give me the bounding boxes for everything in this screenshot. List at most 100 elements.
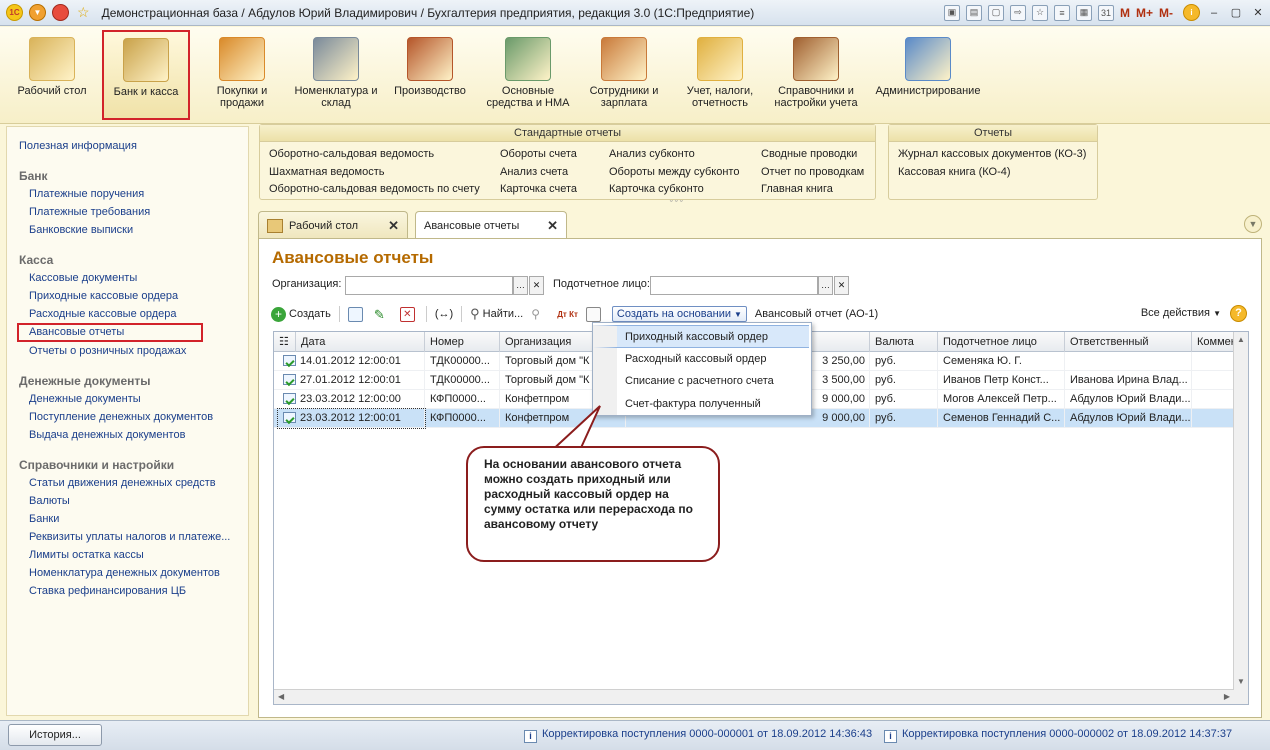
postings-button[interactable]: Дт Кт — [557, 310, 578, 319]
stop-icon[interactable] — [52, 4, 69, 21]
related-docs-button[interactable]: (↔) — [435, 308, 453, 320]
close-icon[interactable]: ✕ — [1250, 6, 1266, 20]
memory-plus-button[interactable]: M+ — [1136, 6, 1153, 20]
nav-item[interactable]: Статьи движения денежных средств — [19, 474, 248, 492]
column-header[interactable]: Номер — [425, 332, 500, 352]
report-link[interactable]: Отчет по проводкам — [761, 164, 864, 182]
report-link[interactable]: Сводные проводки — [761, 146, 864, 164]
go-icon[interactable]: ⇨ — [1009, 4, 1026, 21]
edit-button[interactable]: ✎ — [374, 307, 392, 322]
menu-item[interactable]: Приходный кассовый ордер — [593, 325, 809, 348]
report-link[interactable]: Обороты счета — [500, 146, 577, 164]
tab-close-icon[interactable]: ✕ — [547, 218, 558, 234]
history-button[interactable]: История... — [8, 724, 102, 746]
nav-group-title[interactable]: Банк — [19, 167, 248, 185]
nav-item[interactable]: Денежные документы — [19, 390, 248, 408]
delete-button[interactable]: ✕ — [399, 306, 418, 322]
person-clear-button[interactable]: ✕ — [834, 276, 849, 295]
org-clear-button[interactable]: ✕ — [529, 276, 544, 295]
calculator-icon[interactable]: ▦ — [1075, 4, 1092, 21]
section-4[interactable]: Номенклатура и склад — [290, 31, 382, 109]
column-header[interactable]: Подотчетное лицо — [938, 332, 1065, 352]
nav-item[interactable]: Ставка рефинансирования ЦБ — [19, 582, 248, 600]
nav-item[interactable]: Реквизиты уплаты налогов и платеже... — [19, 528, 248, 546]
column-header[interactable]: Валюта — [870, 332, 938, 352]
section-3[interactable]: Покупки и продажи — [198, 31, 286, 109]
scroll-left-icon[interactable]: ◀ — [278, 692, 284, 701]
report-link-ko3[interactable]: Журнал кассовых документов (КО-3) — [898, 146, 1086, 164]
memory-minus-button[interactable]: M- — [1159, 6, 1173, 20]
nav-group-title[interactable]: Касса — [19, 251, 248, 269]
nav-useful-info[interactable]: Полезная информация — [19, 137, 248, 155]
scroll-down-icon[interactable]: ▼ — [1237, 677, 1245, 686]
save-icon[interactable]: ▣ — [943, 4, 960, 21]
report-link[interactable]: Анализ субконто — [609, 146, 739, 164]
app-logo-icon[interactable]: 1С — [6, 4, 23, 21]
report-link[interactable]: Оборотно-сальдовая ведомость по счету — [269, 181, 480, 199]
nav-item[interactable]: Номенклатура денежных документов — [19, 564, 248, 582]
nav-group-title[interactable]: Денежные документы — [19, 372, 248, 390]
menu-item[interactable]: Расходный кассовый ордер — [593, 347, 809, 370]
nav-item[interactable]: Отчеты о розничных продажах — [19, 342, 248, 360]
scroll-right-icon[interactable]: ▶ — [1224, 692, 1230, 701]
splitter-handle[interactable]: ˘˘˘ — [670, 199, 685, 209]
nav-item[interactable]: Платежные требования — [19, 203, 248, 221]
section-10[interactable]: Администрирование — [870, 31, 986, 97]
status-message-1[interactable]: i Корректировка поступления 0000-000001 о… — [524, 728, 872, 743]
nav-item[interactable]: Лимиты остатка кассы — [19, 546, 248, 564]
nav-item[interactable]: Расходные кассовые ордера — [19, 305, 248, 323]
report-link[interactable]: Обороты между субконто — [609, 164, 739, 182]
all-actions-menu[interactable]: Все действия ▼ — [1141, 307, 1221, 319]
copy-button[interactable] — [347, 306, 366, 322]
nav-item[interactable]: Авансовые отчеты — [17, 323, 203, 342]
print-doc-button[interactable] — [585, 306, 604, 322]
cancel-search-button[interactable]: ⚲ — [531, 307, 549, 322]
nav-item[interactable]: Выдача денежных документов — [19, 426, 248, 444]
report-link[interactable]: Оборотно-сальдовая ведомость — [269, 146, 480, 164]
org-select-button[interactable]: … — [513, 276, 528, 295]
favorites-star-icon[interactable]: ☆ — [77, 4, 90, 21]
history-icon[interactable]: ≡ — [1053, 4, 1070, 21]
column-header[interactable]: Ответственный — [1065, 332, 1192, 352]
column-settings-icon[interactable]: ☷ — [274, 332, 296, 352]
tabs-menu-chevron-icon[interactable]: ▼ — [1244, 215, 1262, 233]
nav-item[interactable]: Банковские выписки — [19, 221, 248, 239]
print-icon[interactable]: ▤ — [965, 4, 982, 21]
find-button[interactable]: ⚲ Найти... — [470, 306, 523, 322]
nav-group-title[interactable]: Справочники и настройки — [19, 456, 248, 474]
tab-desktop[interactable]: Рабочий стол ✕ — [258, 211, 408, 239]
nav-item[interactable]: Кассовые документы — [19, 269, 248, 287]
nav-item[interactable]: Поступление денежных документов — [19, 408, 248, 426]
create-based-on-dropdown[interactable]: Создать на основании ▼ — [611, 306, 747, 322]
nav-item[interactable]: Платежные поручения — [19, 185, 248, 203]
menu-item[interactable]: Счет-фактура полученный — [593, 392, 809, 415]
section-8[interactable]: Учет, налоги, отчетность — [676, 31, 764, 109]
help-icon[interactable]: ? — [1230, 305, 1247, 322]
info-icon[interactable]: i — [1183, 4, 1200, 21]
report-link-ko4[interactable]: Кассовая книга (КО-4) — [898, 164, 1086, 182]
column-header[interactable]: Дата — [296, 332, 425, 352]
nav-item[interactable]: Валюты — [19, 492, 248, 510]
vertical-scrollbar[interactable]: ▲ ▼ — [1233, 332, 1248, 704]
menu-item[interactable]: Списание с расчетного счета — [593, 370, 809, 393]
report-link[interactable]: Главная книга — [761, 181, 864, 199]
person-select-button[interactable]: … — [818, 276, 833, 295]
main-menu-icon[interactable]: ▼ — [29, 4, 46, 21]
section-6[interactable]: Основные средства и НМА — [480, 31, 576, 109]
report-link[interactable]: Анализ счета — [500, 164, 577, 182]
org-filter-input[interactable] — [345, 276, 513, 295]
section-2[interactable]: Банк и касса — [102, 30, 190, 120]
section-9[interactable]: Справочники и настройки учета — [768, 31, 864, 109]
maximize-icon[interactable]: ▢ — [1228, 6, 1244, 20]
nav-item[interactable]: Банки — [19, 510, 248, 528]
report-link[interactable]: Карточка субконто — [609, 181, 739, 199]
section-7[interactable]: Сотрудники и зарплата — [580, 31, 668, 109]
create-button[interactable]: + Создать — [271, 306, 331, 322]
section-1[interactable]: Рабочий стол — [8, 31, 96, 97]
tab-advance-reports[interactable]: Авансовые отчеты ✕ — [415, 211, 567, 240]
nav-item[interactable]: Приходные кассовые ордера — [19, 287, 248, 305]
status-message-2[interactable]: i Корректировка поступления 0000-000002 о… — [884, 728, 1232, 743]
horizontal-scrollbar[interactable]: ◀ ▶ — [274, 689, 1234, 704]
favorites-icon[interactable]: ☆ — [1031, 4, 1048, 21]
calendar-icon[interactable]: 31 — [1097, 4, 1114, 21]
